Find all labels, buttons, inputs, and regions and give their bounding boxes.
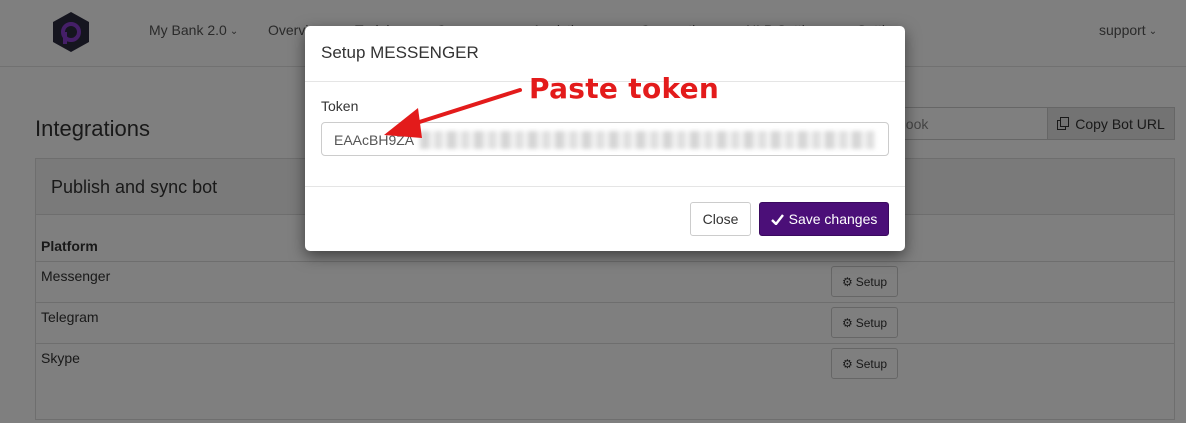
save-changes-label: Save changes — [788, 211, 878, 227]
close-button[interactable]: Close — [690, 202, 751, 236]
dialog-footer-divider — [305, 186, 905, 187]
red-arrow-annotation — [384, 88, 522, 138]
check-icon — [770, 213, 784, 225]
dialog-title: Setup MESSENGER — [321, 43, 479, 62]
paste-token-annotation: Paste token — [529, 72, 720, 105]
save-changes-button[interactable]: Save changes — [759, 202, 889, 236]
token-label: Token — [321, 98, 359, 114]
